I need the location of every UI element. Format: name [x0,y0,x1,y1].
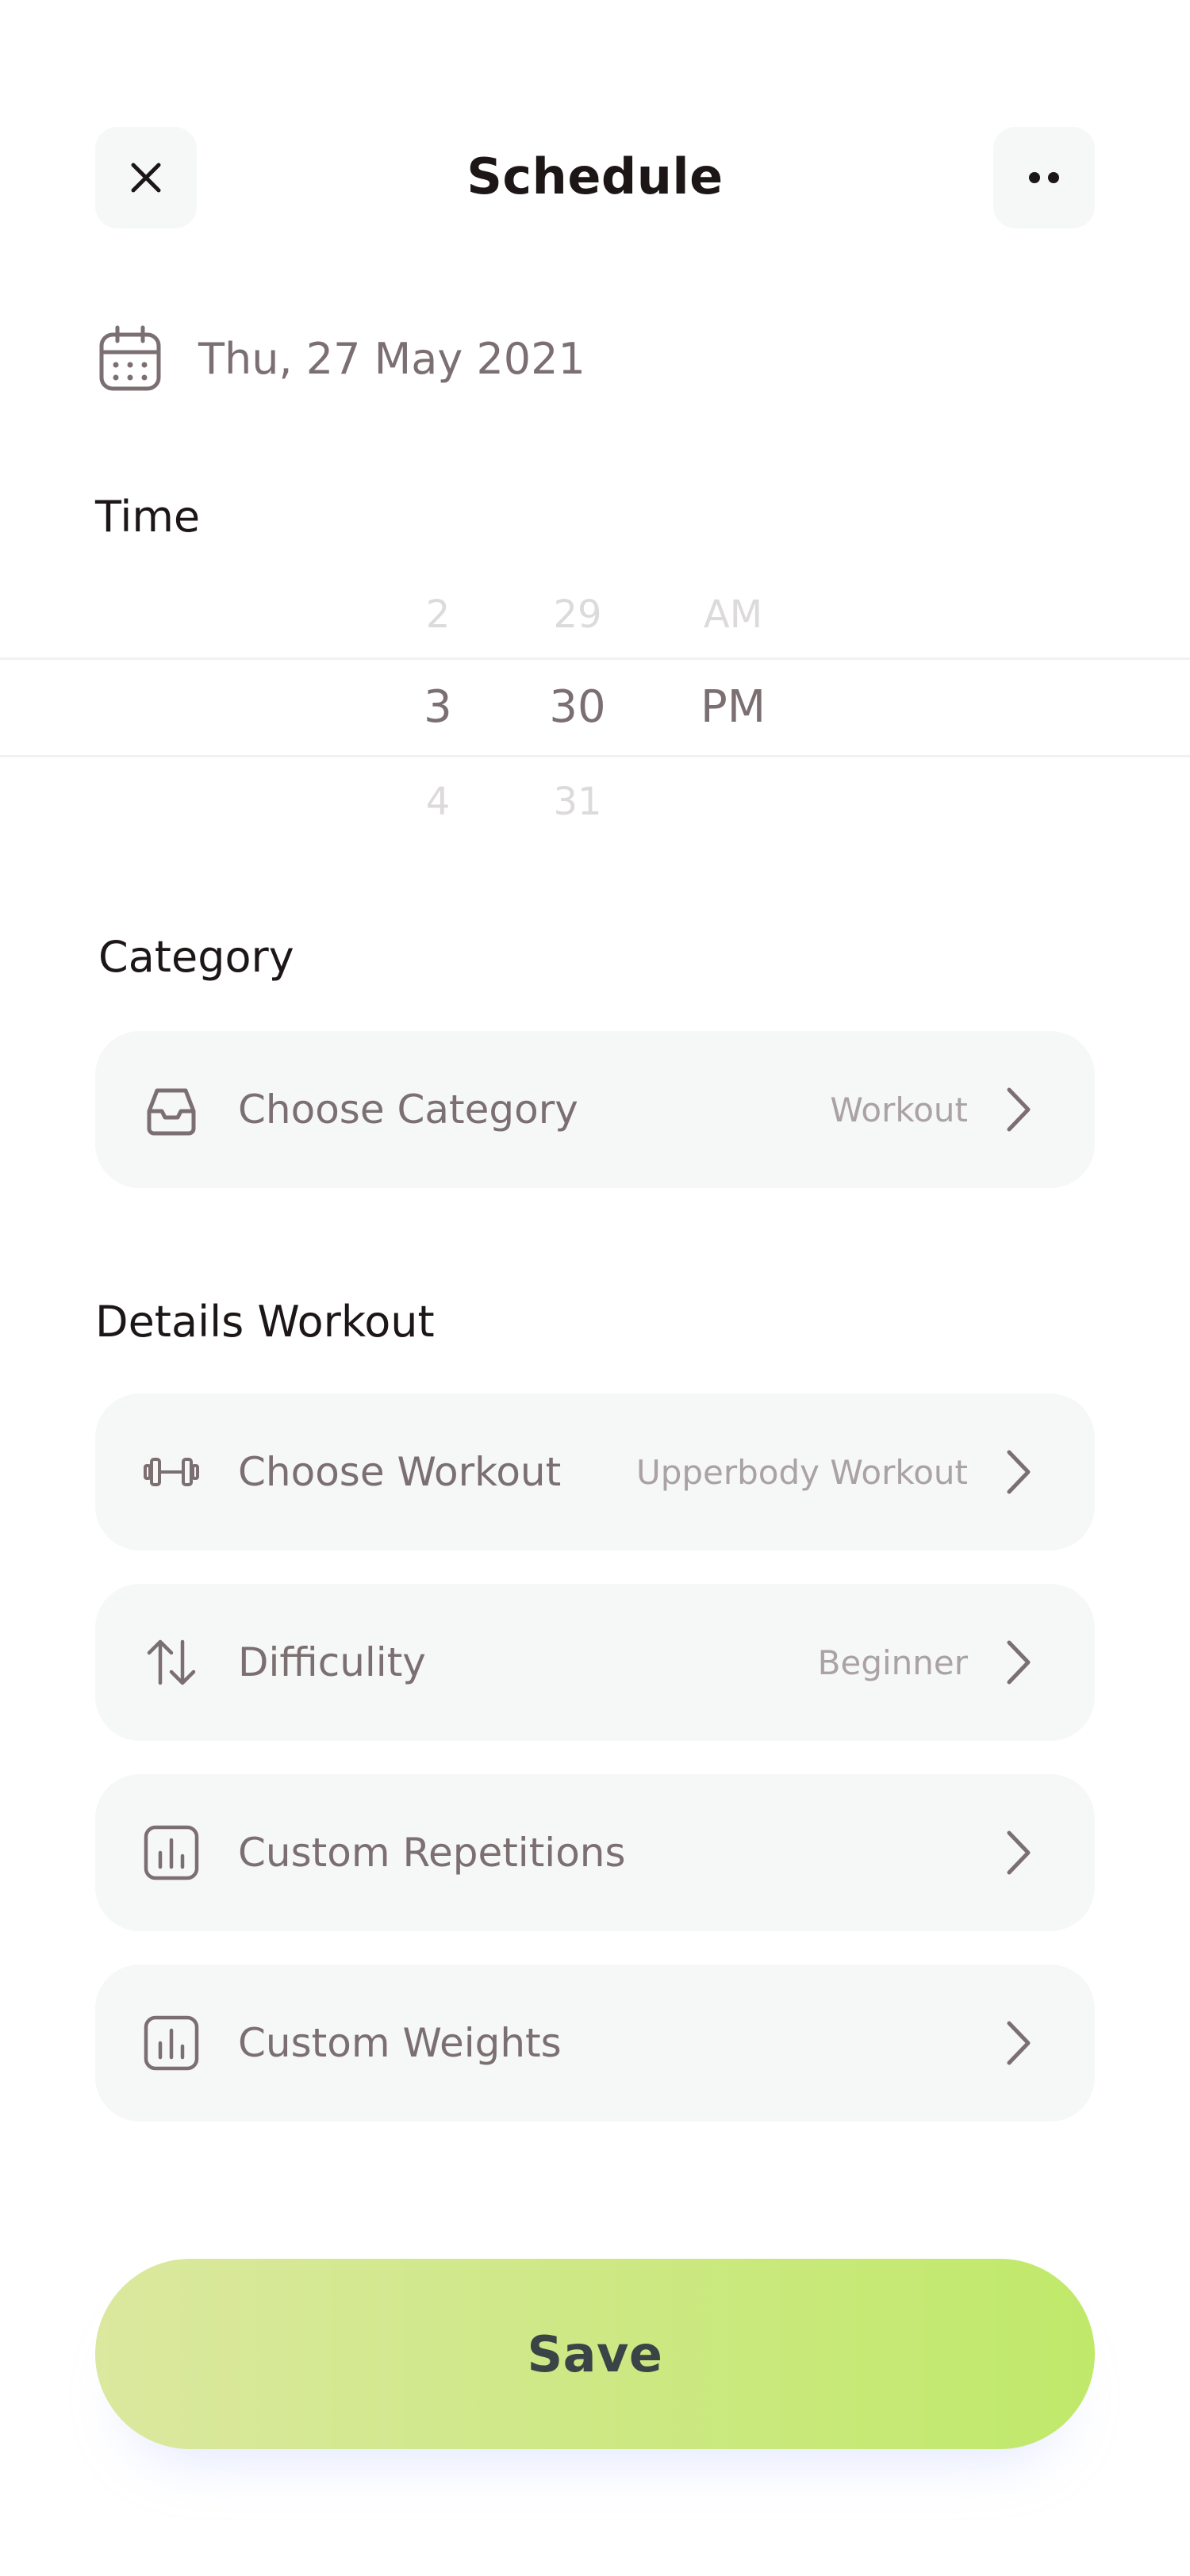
bar-chart-icon [144,1825,199,1880]
picker-minute-prev[interactable]: 29 [498,592,657,637]
picker-minute-selected[interactable]: 30 [498,681,657,733]
save-button[interactable]: Save [95,2259,1095,2449]
date-row[interactable]: Thu, 27 May 2021 [98,325,585,392]
more-icon [1029,172,1059,183]
inbox-icon [147,1088,196,1136]
picker-hour-next[interactable]: 4 [359,780,517,824]
custom-repetitions-label: Custom Repetitions [238,1830,626,1876]
picker-hour-prev[interactable]: 2 [359,592,517,637]
calendar-icon [99,325,161,391]
chevron-right-icon [1007,1830,1031,1875]
picker-bottom-divider [0,755,1190,757]
chevron-right-icon [1007,1450,1031,1494]
custom-repetitions-row[interactable]: Custom Repetitions [95,1774,1095,1931]
choose-category-value: Workout [830,1090,968,1129]
custom-weights-label: Custom Weights [238,2020,562,2066]
chevron-right-icon [1007,1087,1031,1132]
choose-workout-label: Choose Workout [238,1449,562,1495]
picker-minute-next[interactable]: 31 [498,780,657,824]
date-text: Thu, 27 May 2021 [198,333,585,384]
picker-top-divider [0,657,1190,660]
category-label: Category [98,932,294,982]
chevron-right-icon [1007,2021,1031,2065]
swap-vertical-icon [147,1639,196,1685]
more-button[interactable] [993,127,1095,228]
choose-category-label: Choose Category [238,1087,578,1133]
dumbbell-icon [144,1458,199,1486]
picker-period-pm[interactable]: PM [654,681,812,733]
time-label: Time [95,492,201,542]
choose-workout-row[interactable]: Choose Workout Upperbody Workout [95,1393,1095,1551]
picker-period-am[interactable]: AM [654,592,812,637]
difficulty-row[interactable]: Difficulity Beginner [95,1584,1095,1741]
difficulty-value: Beginner [817,1643,968,1682]
details-workout-label: Details Workout [95,1297,435,1347]
picker-hour-selected[interactable]: 3 [359,681,517,733]
bar-chart-icon [144,2015,199,2071]
difficulty-label: Difficulity [238,1639,426,1685]
custom-weights-row[interactable]: Custom Weights [95,1965,1095,2122]
choose-category-row[interactable]: Choose Category Workout [95,1031,1095,1188]
choose-workout-value: Upperbody Workout [635,1452,968,1492]
chevron-right-icon [1007,1640,1031,1685]
